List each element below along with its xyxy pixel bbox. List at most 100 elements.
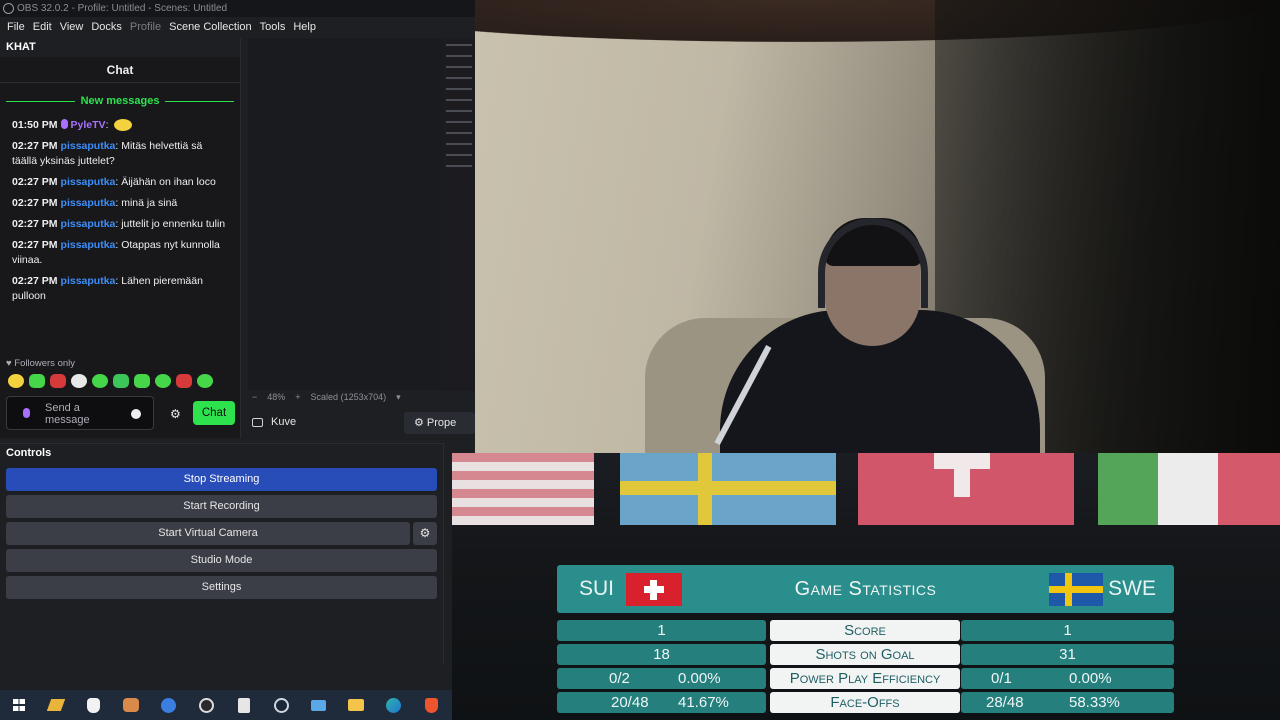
start-recording-button[interactable]: Start Recording [6, 495, 437, 518]
chat-message-time: 02:27 PM [12, 176, 58, 188]
chat-message: 02:27 PM pissaputka: juttelit jo ennenku … [0, 214, 240, 235]
switzerland-flag-banner [858, 453, 1074, 525]
webcam-feed [475, 0, 1280, 453]
emote-icon[interactable] [134, 374, 150, 388]
stat-label: Score [770, 620, 960, 641]
chat-message: 02:27 PM pissaputka: Äijähän on ihan loco [0, 172, 240, 193]
stat-left-cell: 20/48 41.67% [557, 692, 766, 713]
winamp-icon[interactable] [38, 690, 76, 720]
stat-label: Power Play Efficiency [770, 668, 960, 689]
chat-message-username[interactable]: PyleTV [71, 119, 106, 131]
file-explorer-icon[interactable] [338, 690, 376, 720]
followers-only-notice: ♥ Followers only [6, 358, 75, 369]
stat-left-value-b: 0.00% [678, 670, 721, 687]
menu-edit[interactable]: Edit [29, 21, 56, 33]
chat-header: Chat [0, 57, 240, 83]
chat-message-username[interactable]: pissaputka [61, 218, 116, 230]
blue-app-icon[interactable] [150, 690, 188, 720]
properties-button[interactable]: ⚙ Prope [404, 412, 475, 434]
stat-label: Shots on Goal [770, 644, 960, 665]
chat-message-time: 02:27 PM [12, 275, 58, 287]
emote-icon[interactable] [8, 374, 24, 388]
emote-icon[interactable] [197, 374, 213, 388]
scale-dropdown-chevron-icon[interactable]: ▾ [396, 392, 401, 403]
emote-icon[interactable] [29, 374, 45, 388]
chat-settings-gear-icon[interactable]: ⚙ [170, 407, 181, 421]
chat-message-text: : Äijähän on ihan loco [115, 176, 216, 188]
emote-bar [8, 374, 213, 388]
preview-area[interactable] [248, 38, 475, 390]
team-right-code: SWE [1108, 577, 1156, 600]
box-icon[interactable] [225, 690, 263, 720]
stat-right-value: 31 [961, 644, 1174, 665]
chat-message: 02:27 PM pissaputka: minä ja sinä [0, 193, 240, 214]
studio-mode-button[interactable]: Studio Mode [6, 549, 437, 572]
chat-send-button[interactable]: Chat [193, 401, 235, 425]
chat-message-username[interactable]: pissaputka [61, 176, 116, 188]
stat-right-value: 1 [961, 620, 1174, 641]
stat-right-value-b: 0.00% [1069, 670, 1112, 687]
menu-profile[interactable]: Profile [126, 21, 165, 33]
preview-content-lines [446, 44, 472, 176]
windows-start-icon[interactable] [0, 690, 38, 720]
menu-docks[interactable]: Docks [87, 21, 126, 33]
stat-row-face-offs: 20/48 41.67% Face-Offs 28/48 58.33% [557, 692, 1174, 713]
chat-message-text: : minä ja sinä [115, 197, 178, 209]
zoom-level: 48% [267, 392, 286, 402]
emote-icon[interactable] [71, 374, 87, 388]
obs-icon[interactable] [188, 690, 226, 720]
stat-left-value-a: 20/48 [611, 694, 649, 711]
obs-window: OBS 32.0.2 - Profile: Untitled - Scenes:… [0, 0, 475, 690]
chat-message-time: 01:50 PM [12, 119, 58, 131]
chat-message-time: 02:27 PM [12, 239, 58, 251]
chat-message-input[interactable]: Send a message [6, 396, 154, 430]
settings-button[interactable]: Settings [6, 576, 437, 599]
stat-left-value-b: 41.67% [678, 694, 729, 711]
italy-flag-banner [1098, 453, 1280, 525]
stat-right-cell: 28/48 58.33% [961, 692, 1174, 713]
stat-right-value-a: 0/1 [991, 670, 1012, 687]
virtual-camera-settings-gear-icon[interactable]: ⚙ [413, 522, 437, 545]
stat-row-score: 1 Score 1 [557, 620, 1174, 641]
zoom-out-button[interactable]: − [252, 392, 257, 402]
chat-message-username[interactable]: pissaputka [61, 239, 116, 251]
stat-right-value-a: 28/48 [986, 694, 1024, 711]
new-messages-label: New messages [80, 95, 160, 107]
menu-scene-collection[interactable]: Scene Collection [165, 21, 256, 33]
brave-icon[interactable] [413, 690, 451, 720]
chat-message-username[interactable]: pissaputka [61, 140, 116, 152]
chat-message: 02:27 PM pissaputka: Lähen pieremään pull… [0, 271, 240, 307]
emote-icon[interactable] [176, 374, 192, 388]
hockey-broadcast: SUI Game Statistics SWE 1 Score 1 18 Sho… [452, 453, 1280, 720]
steam-icon[interactable] [263, 690, 301, 720]
emote-icon[interactable] [92, 374, 108, 388]
start-virtual-camera-button[interactable]: Start Virtual Camera [6, 522, 410, 545]
menu-help[interactable]: Help [289, 21, 320, 33]
stat-row-power-play: 0/2 0.00% Power Play Efficiency 0/1 0.00… [557, 668, 1174, 689]
mail-icon[interactable] [300, 690, 338, 720]
edge-icon[interactable] [375, 690, 413, 720]
emoji-picker-icon[interactable] [131, 409, 141, 419]
stat-row-shots: 18 Shots on Goal 31 [557, 644, 1174, 665]
menu-bar: File Edit View Docks Profile Scene Colle… [0, 17, 475, 37]
window-title: OBS 32.0.2 - Profile: Untitled - Scenes:… [17, 3, 228, 14]
emote-icon[interactable] [155, 374, 171, 388]
game-icon[interactable] [113, 690, 151, 720]
chat-message-username[interactable]: pissaputka [61, 197, 116, 209]
menu-tools[interactable]: Tools [256, 21, 290, 33]
chat-message-username[interactable]: pissaputka [61, 275, 116, 287]
chat-dock-title: KHAT [0, 38, 240, 57]
followers-only-label: Followers only [14, 358, 75, 369]
emote-icon[interactable] [113, 374, 129, 388]
stop-streaming-button[interactable]: Stop Streaming [6, 468, 437, 491]
wolf-icon[interactable] [75, 690, 113, 720]
menu-file[interactable]: File [3, 21, 29, 33]
zoom-in-button[interactable]: + [295, 392, 300, 402]
title-bar: OBS 32.0.2 - Profile: Untitled - Scenes:… [0, 0, 475, 17]
menu-view[interactable]: View [56, 21, 88, 33]
new-messages-divider: New messages [6, 95, 235, 107]
emote-icon[interactable] [50, 374, 66, 388]
preview-zoom-bar: − 48% + Scaled (1253x704) ▾ [248, 390, 475, 404]
chat-message: 01:50 PM PyleTV: [0, 115, 240, 136]
obs-logo-icon [3, 3, 14, 14]
